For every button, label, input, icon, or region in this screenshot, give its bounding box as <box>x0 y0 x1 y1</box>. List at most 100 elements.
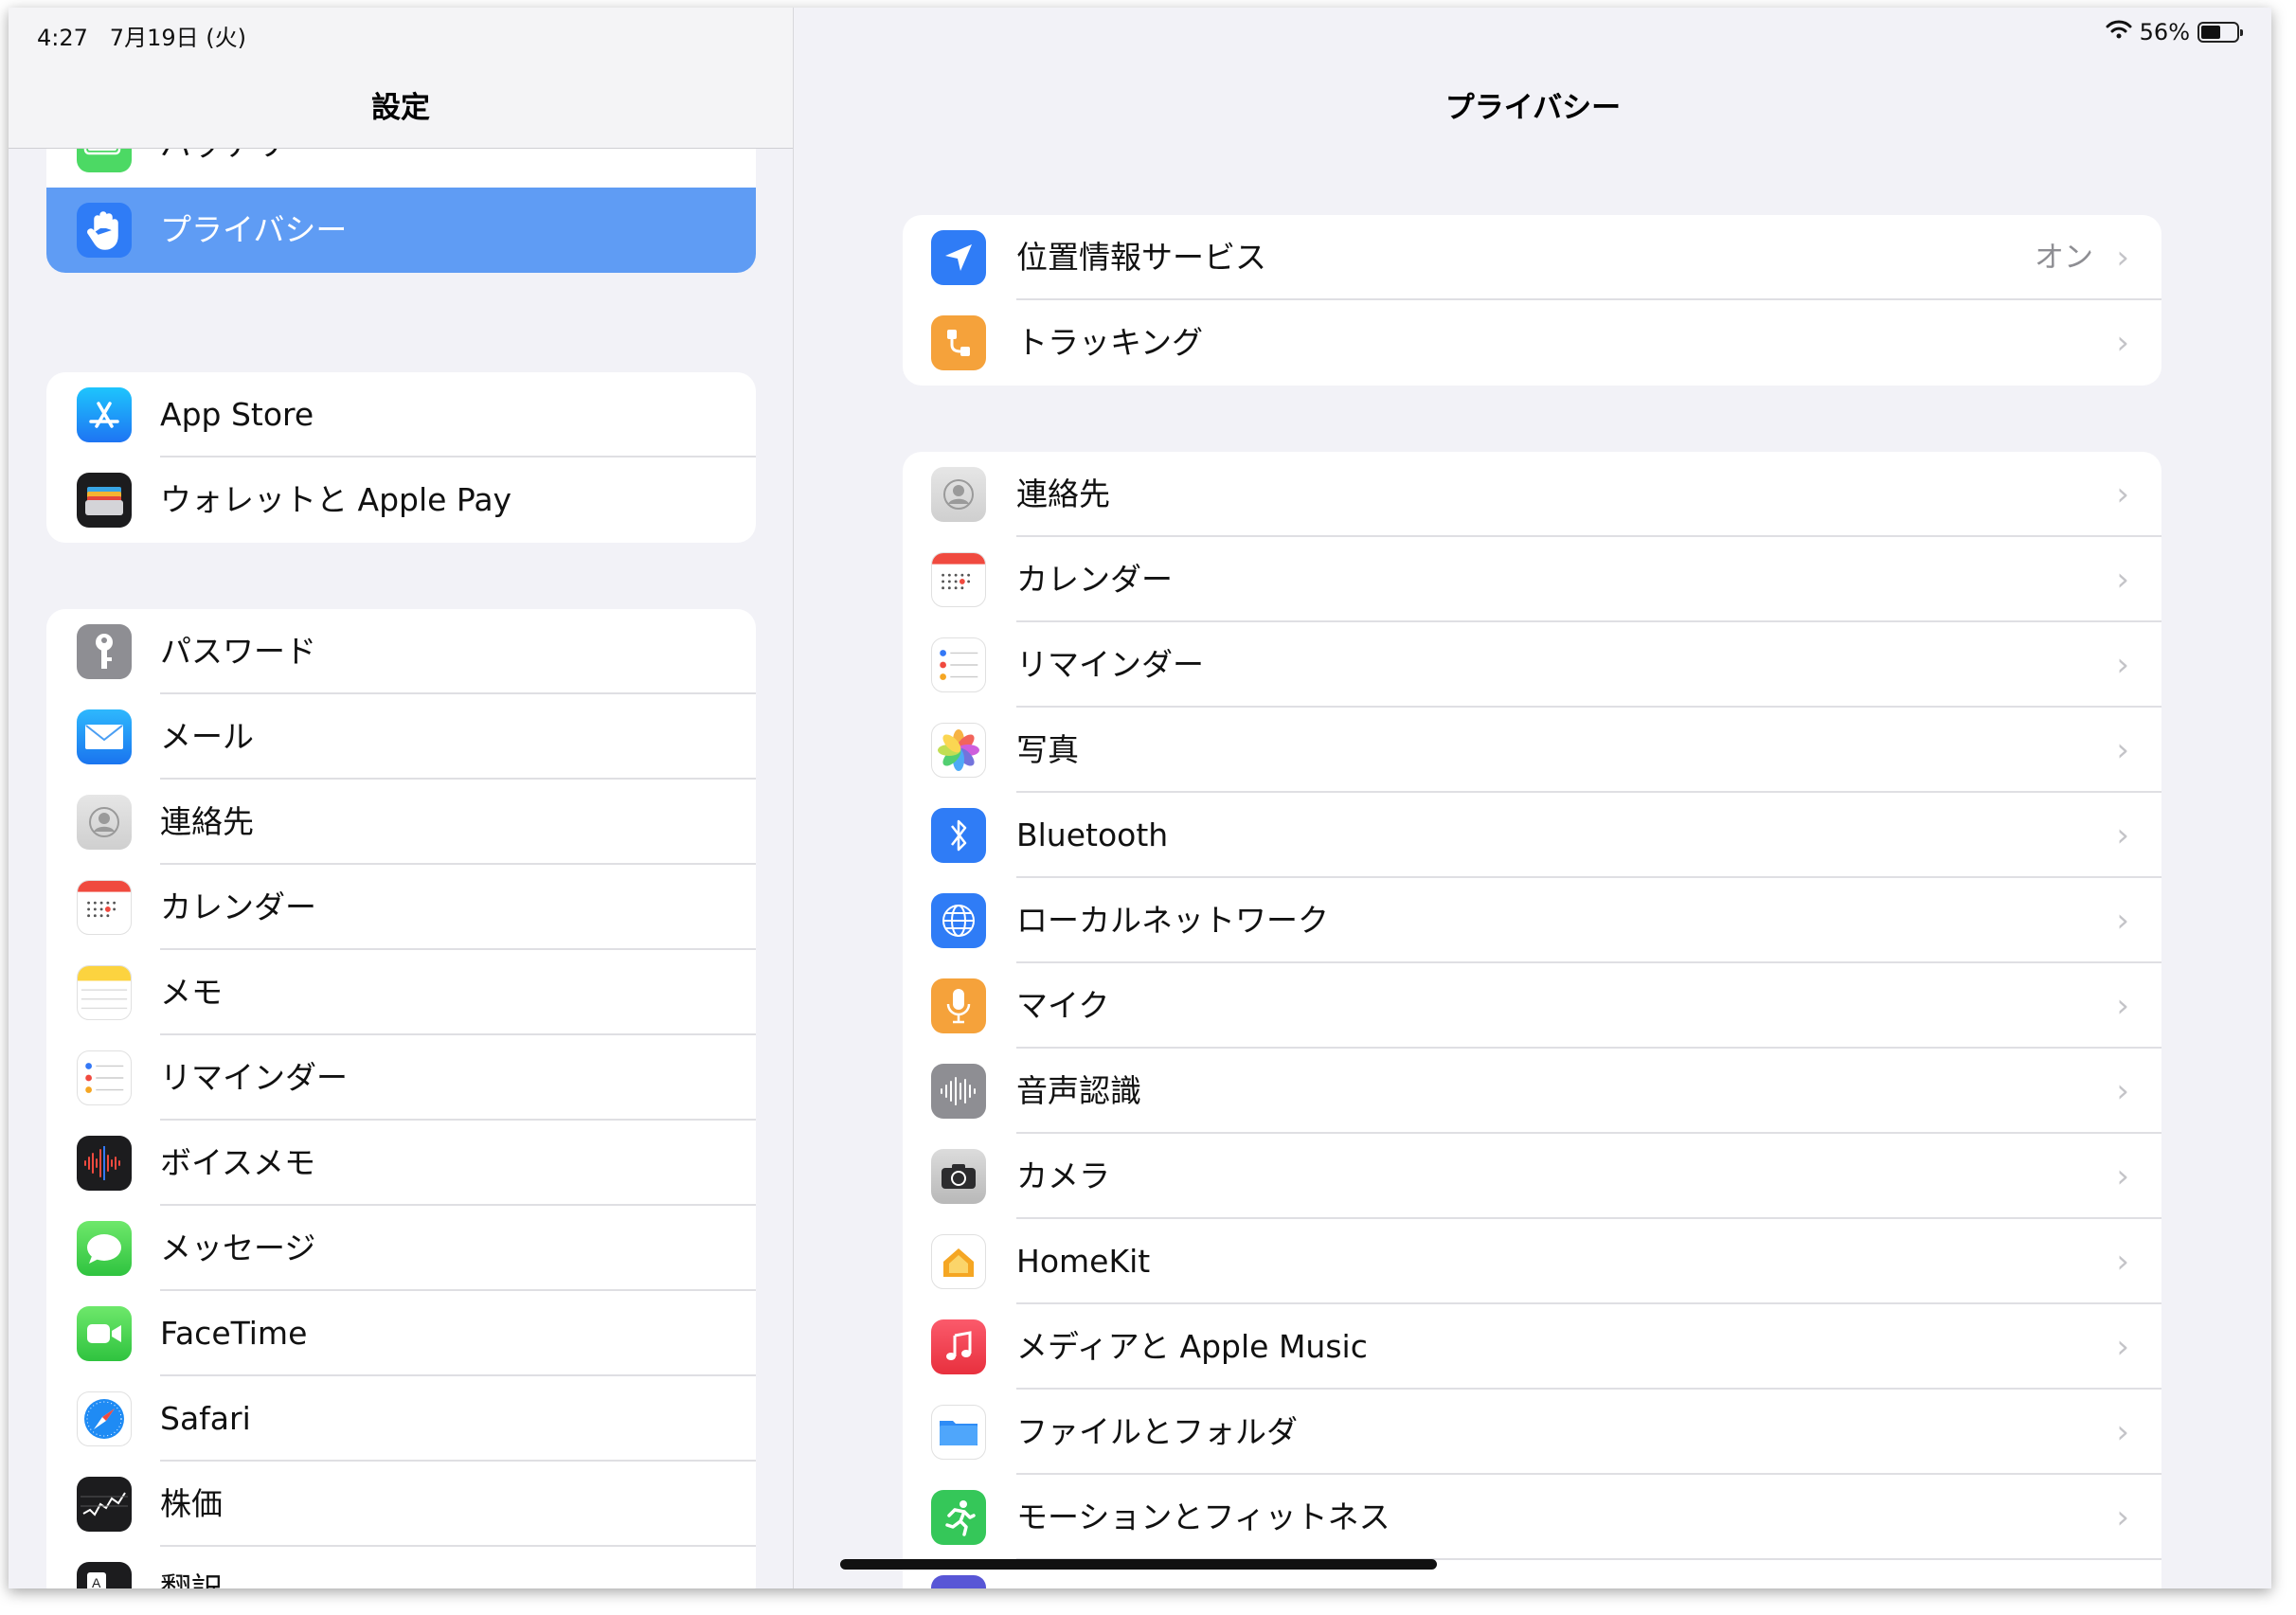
privacy-item-location-services[interactable]: 位置情報サービス オン › <box>903 215 2161 300</box>
privacy-item-label: 音声認識 <box>1016 1072 1141 1109</box>
chevron-right-icon: › <box>2116 646 2129 684</box>
running-figure-icon <box>931 1490 986 1545</box>
chevron-right-icon: › <box>2116 1072 2129 1110</box>
chevron-right-icon: › <box>2116 902 2129 940</box>
sidebar-item-contacts[interactable]: 連絡先 <box>46 780 756 865</box>
sidebar-item-wallet[interactable]: ウォレットと Apple Pay <box>46 458 756 543</box>
wifi-icon <box>2106 19 2132 45</box>
privacy-item-label: トラッキング <box>1016 324 1204 361</box>
folder-icon <box>931 1405 986 1460</box>
camera-icon <box>931 1149 986 1204</box>
chevron-right-icon: › <box>2116 561 2129 599</box>
privacy-item-label: カメラ <box>1016 1157 1110 1194</box>
settings-sidebar: 4:27 7月19日 (火) 設定 バッテリー プライバシー <box>9 8 794 1588</box>
sidebar-item-voice-memos[interactable]: ボイスメモ <box>46 1121 756 1206</box>
privacy-item-label: リマインダー <box>1016 646 1204 683</box>
sidebar-item-label: リマインダー <box>160 1059 348 1096</box>
microphone-icon <box>931 978 986 1033</box>
voice-memos-icon <box>77 1136 132 1191</box>
privacy-item-photos[interactable]: 写真 › <box>903 708 2161 793</box>
sidebar-title: 設定 <box>371 91 430 125</box>
location-arrow-icon <box>931 230 986 285</box>
sidebar-item-label: メッセージ <box>160 1229 316 1266</box>
messages-icon <box>77 1221 132 1276</box>
translate-icon: A <box>77 1562 132 1588</box>
contacts-icon <box>931 467 986 522</box>
sidebar-item-notes[interactable]: メモ <box>46 950 756 1035</box>
privacy-item-local-network[interactable]: ローカルネットワーク › <box>903 878 2161 963</box>
sidebar-group-apps: パスワード メール 連絡先 カレンダー メモ リマインダー ボイスメモ メッセー… <box>46 609 756 1588</box>
privacy-item-calendars[interactable]: カレンダー › <box>903 537 2161 622</box>
sidebar-item-privacy[interactable]: プライバシー <box>46 188 756 273</box>
stocks-icon <box>77 1477 132 1532</box>
privacy-item-bluetooth[interactable]: Bluetooth › <box>903 793 2161 878</box>
privacy-group-permissions: 連絡先 › カレンダー › リマインダー › 写真 › Bluetooth › … <box>903 452 2161 1588</box>
chevron-right-icon: › <box>2116 1413 2129 1451</box>
privacy-item-label: マイク <box>1016 987 1110 1024</box>
privacy-item-microphone[interactable]: マイク › <box>903 963 2161 1049</box>
privacy-item-label: ローカルネットワーク <box>1016 902 1329 939</box>
wallet-icon <box>77 473 132 528</box>
privacy-item-label: カレンダー <box>1016 561 1173 598</box>
music-note-icon <box>931 1319 986 1374</box>
battery-percentage: 56% <box>2139 19 2190 45</box>
privacy-item-label: ファイルとフォルダ <box>1016 1413 1298 1450</box>
bluetooth-icon <box>931 808 986 863</box>
chevron-right-icon: › <box>2116 731 2129 769</box>
privacy-item-label: 位置情報サービス <box>1016 239 1266 276</box>
privacy-item-label: Bluetooth <box>1016 816 1169 853</box>
sidebar-item-mail[interactable]: メール <box>46 694 756 780</box>
privacy-item-motion-fitness[interactable]: モーションとフィットネス › <box>903 1475 2161 1560</box>
privacy-item-files-folders[interactable]: ファイルとフォルダ › <box>903 1390 2161 1475</box>
chevron-right-icon: › <box>2116 987 2129 1025</box>
sidebar-item-label: 連絡先 <box>160 803 254 840</box>
sidebar-item-label: 株価 <box>160 1485 223 1522</box>
sidebar-item-messages[interactable]: メッセージ <box>46 1206 756 1291</box>
key-icon <box>77 624 132 679</box>
battery-fill <box>2201 26 2221 39</box>
location-status-value: オン <box>2035 241 2093 275</box>
home-indicator[interactable] <box>840 1559 1437 1570</box>
globe-icon <box>931 893 986 948</box>
calendar-icon <box>77 880 132 935</box>
privacy-item-label: HomeKit <box>1016 1243 1151 1280</box>
waveform-icon <box>931 1064 986 1119</box>
privacy-item-camera[interactable]: カメラ › <box>903 1134 2161 1219</box>
sidebar-item-reminders[interactable]: リマインダー <box>46 1035 756 1121</box>
privacy-item-homekit[interactable]: HomeKit › <box>903 1219 2161 1304</box>
privacy-item-tracking[interactable]: トラッキング › <box>903 300 2161 386</box>
reminders-icon <box>77 1050 132 1105</box>
hand-icon <box>77 203 132 258</box>
chevron-right-icon: › <box>2116 1157 2129 1195</box>
sidebar-item-app-store[interactable]: App Store <box>46 372 756 458</box>
sidebar-header: 4:27 7月19日 (火) 設定 <box>9 8 793 149</box>
sidebar-item-translate[interactable]: A 翻訳 <box>46 1547 756 1588</box>
svg-text:A: A <box>92 1575 101 1588</box>
video-camera-icon <box>77 1306 132 1361</box>
photos-icon <box>931 723 986 778</box>
sidebar-group-store: App Store ウォレットと Apple Pay <box>46 372 756 543</box>
chevron-right-icon: › <box>2116 816 2129 854</box>
privacy-detail-pane: 56% プライバシー 位置情報サービス オン › トラッキング › 連絡先 › … <box>795 8 2271 1588</box>
privacy-item-contacts[interactable]: 連絡先 › <box>903 452 2161 537</box>
sidebar-item-label: プライバシー <box>160 211 348 248</box>
privacy-item-reminders[interactable]: リマインダー › <box>903 622 2161 708</box>
sidebar-item-label: パスワード <box>160 633 316 670</box>
mail-icon <box>77 709 132 764</box>
chevron-right-icon: › <box>2116 1498 2129 1536</box>
sidebar-item-stocks[interactable]: 株価 <box>46 1462 756 1547</box>
sidebar-item-passwords[interactable]: パスワード <box>46 609 756 694</box>
chevron-right-icon: › <box>2116 1243 2129 1281</box>
sidebar-item-label: App Store <box>160 396 314 433</box>
sidebar-item-label: ウォレットと Apple Pay <box>160 481 512 518</box>
sidebar-item-label: メモ <box>160 974 223 1011</box>
privacy-item-label: メディアと Apple Music <box>1016 1328 1368 1365</box>
status-indicators: 56% <box>2106 19 2243 45</box>
sidebar-item-calendar[interactable]: カレンダー <box>46 865 756 950</box>
sidebar-item-label: ボイスメモ <box>160 1144 316 1181</box>
privacy-item-speech-recognition[interactable]: 音声認識 › <box>903 1049 2161 1134</box>
calendar-icon <box>931 552 986 607</box>
privacy-item-media-apple-music[interactable]: メディアと Apple Music › <box>903 1304 2161 1390</box>
sidebar-item-facetime[interactable]: FaceTime <box>46 1291 756 1376</box>
sidebar-item-safari[interactable]: Safari <box>46 1376 756 1462</box>
